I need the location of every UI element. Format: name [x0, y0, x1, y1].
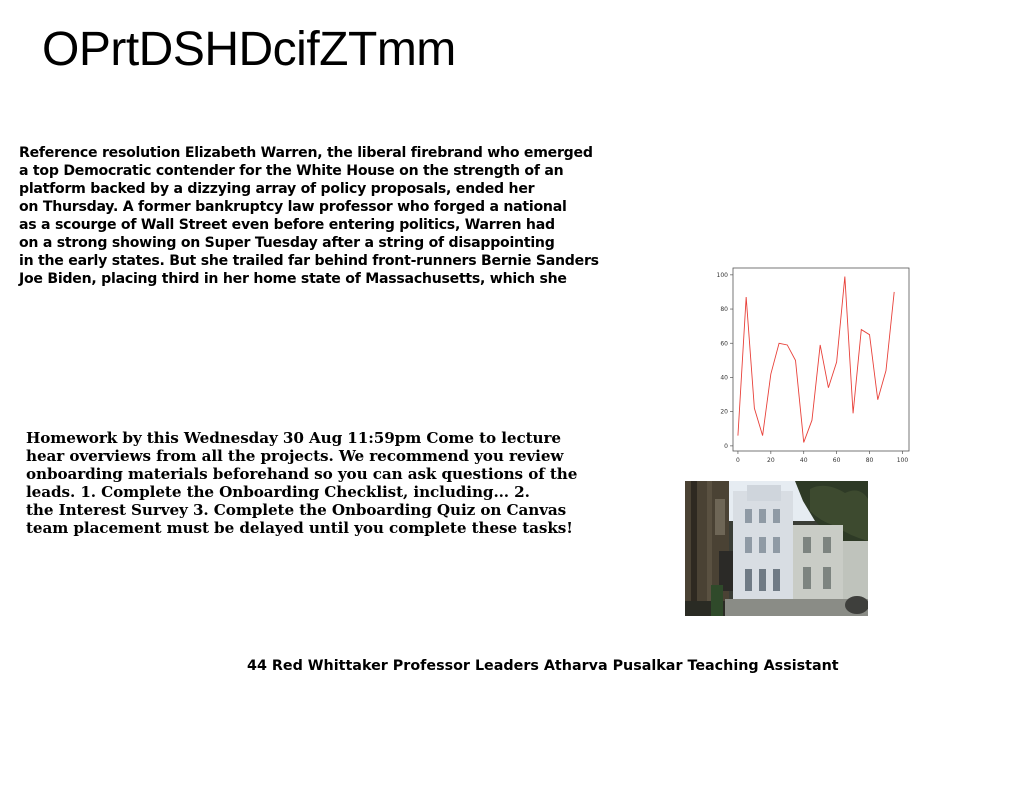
y-tick-label: 0: [724, 443, 728, 450]
text-line: as a scourge of Wall Street even before …: [19, 217, 555, 233]
text-line: in the early states. But she trailed far…: [19, 253, 599, 269]
line-chart: 0 20 40 60 80 100 0 20 40 60 80 100: [717, 267, 910, 464]
text-line: Homework by this Wednesday 30 Aug 11:59p…: [26, 429, 561, 447]
text-line: platform backed by a dizzying array of p…: [19, 181, 535, 197]
text-line: onboarding materials beforehand so you c…: [26, 465, 578, 483]
y-tick-label: 80: [720, 306, 728, 313]
y-tick-label: 100: [717, 272, 729, 279]
text-line: on a strong showing on Super Tuesday aft…: [19, 235, 555, 251]
y-tick-label: 60: [720, 340, 728, 347]
text-line: Joe Biden, placing third in her home sta…: [19, 271, 567, 287]
text-line: the Interest Survey 3. Complete the Onbo…: [26, 501, 567, 519]
x-tick-label: 60: [833, 457, 841, 464]
footer-credits: 44 Red Whittaker Professor Leaders Athar…: [247, 658, 839, 674]
x-tick-label: 0: [736, 457, 740, 464]
street-photo: [685, 481, 868, 616]
x-tick-label: 80: [866, 457, 874, 464]
x-tick-label: 40: [800, 457, 808, 464]
text-line: Reference resolution Elizabeth Warren, t…: [19, 145, 593, 161]
text-line: team placement must be delayed until you…: [26, 519, 573, 537]
text-line: a top Democratic contender for the White…: [19, 163, 564, 179]
page-title: OPrtDSHDcifZTmm: [42, 23, 456, 76]
text-line: leads. 1. Complete the Onboarding Checkl…: [26, 483, 530, 501]
text-line: hear overviews from all the projects. We…: [26, 447, 564, 465]
homework-paragraph: Homework by this Wednesday 30 Aug 11:59p…: [26, 429, 577, 537]
text-line: on Thursday. A former bankruptcy law pro…: [19, 199, 567, 215]
y-tick-label: 40: [720, 374, 728, 381]
x-tick-label: 100: [897, 457, 909, 464]
news-paragraph: Reference resolution Elizabeth Warren, t…: [19, 144, 599, 288]
x-tick-label: 20: [767, 457, 775, 464]
y-tick-label: 20: [720, 409, 728, 416]
